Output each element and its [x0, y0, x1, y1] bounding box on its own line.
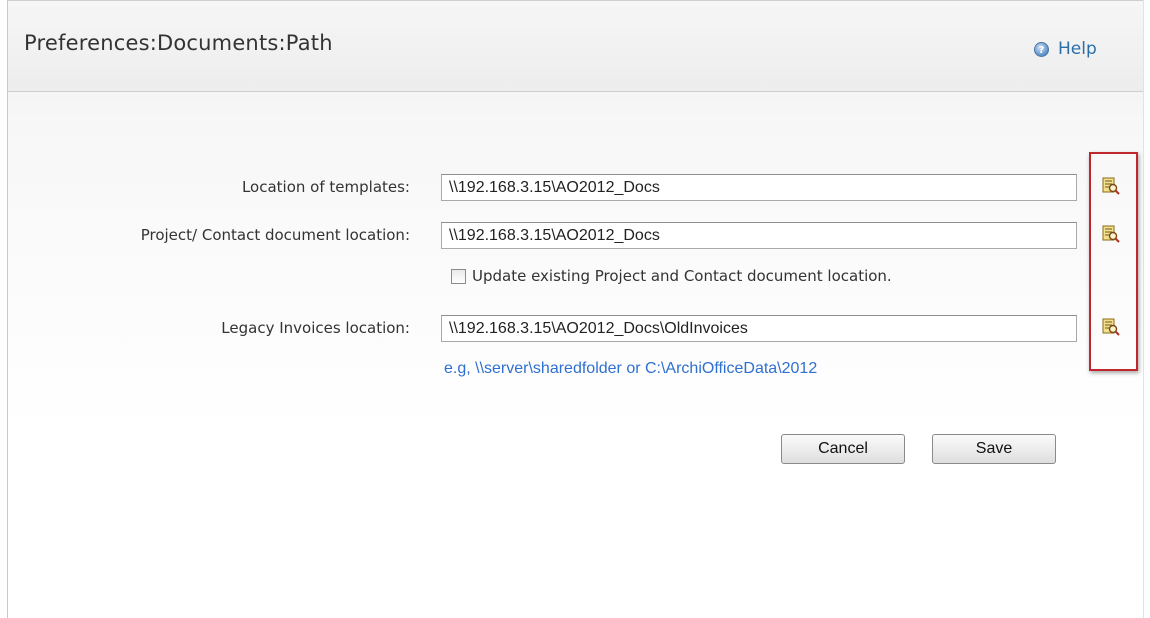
- project-contact-path-input[interactable]: [441, 222, 1077, 249]
- legacy-invoices-path-input[interactable]: [441, 315, 1077, 342]
- update-location-checkbox[interactable]: [451, 268, 466, 284]
- panel-header: Preferences:Documents:Path ? Help: [8, 0, 1143, 92]
- update-location-row[interactable]: Update existing Project and Contact docu…: [451, 267, 892, 285]
- browse-buttons-highlight: [1089, 152, 1138, 371]
- legacy-invoices-label: Legacy Invoices location:: [221, 319, 410, 337]
- help-label: Help: [1058, 39, 1097, 59]
- preferences-panel: Preferences:Documents:Path ? Help: [7, 0, 1144, 618]
- help-icon: ?: [1034, 41, 1049, 57]
- templates-label: Location of templates:: [241, 178, 410, 196]
- page-title: Preferences:Documents:Path: [24, 31, 333, 55]
- help-link[interactable]: ? Help: [1034, 39, 1097, 59]
- templates-path-input[interactable]: [441, 174, 1077, 201]
- save-button[interactable]: Save: [932, 434, 1056, 464]
- project-contact-label: Project/ Contact document location:: [140, 226, 410, 244]
- update-location-label: Update existing Project and Contact docu…: [472, 267, 892, 285]
- path-example-hint: e.g, \\server\sharedfolder or C:\ArchiOf…: [444, 360, 818, 377]
- cancel-button[interactable]: Cancel: [781, 434, 905, 464]
